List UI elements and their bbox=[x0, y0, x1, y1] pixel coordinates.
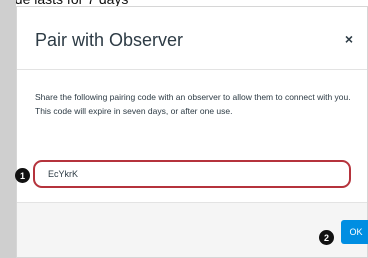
pairing-description: Share the following pairing code with an… bbox=[35, 92, 351, 116]
modal-header: Pair with Observer × bbox=[17, 7, 367, 70]
callout-2: 2 bbox=[319, 230, 334, 245]
modal-backdrop bbox=[0, 0, 16, 258]
ok-button[interactable]: OK bbox=[341, 220, 368, 244]
modal-footer: OK bbox=[17, 202, 368, 257]
close-icon[interactable]: × bbox=[345, 31, 353, 47]
screenshot: code lasts for 7 days Pair with Observer… bbox=[0, 0, 368, 258]
pair-with-observer-modal: Pair with Observer × Share the following… bbox=[16, 6, 368, 258]
pairing-code-field[interactable]: EcYkrK bbox=[33, 160, 351, 188]
callout-1: 1 bbox=[15, 168, 30, 183]
modal-title: Pair with Observer bbox=[35, 30, 184, 50]
pairing-code[interactable]: EcYkrK bbox=[48, 169, 78, 179]
